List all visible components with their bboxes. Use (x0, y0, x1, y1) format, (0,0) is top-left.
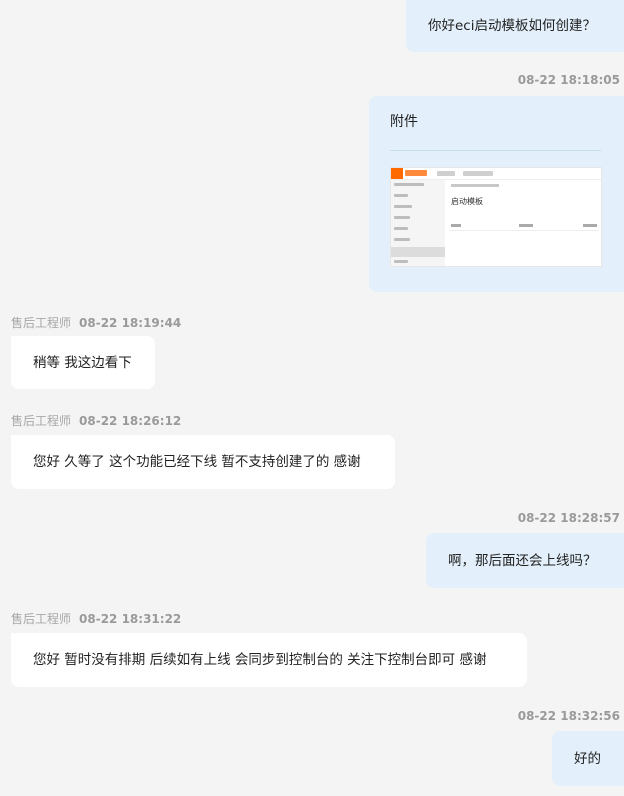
message-timestamp: 08-22 18:28:57 (517, 511, 620, 525)
message-timestamp: 08-22 18:18:05 (517, 73, 620, 87)
thumbnail-sidebar-item (394, 194, 408, 197)
thumbnail-tab (463, 171, 493, 176)
message-meta: 售后工程师 08-22 18:31:22 (11, 610, 181, 627)
thumbnail-sidebar-item (394, 216, 410, 219)
message-meta: 售后工程师 08-22 18:19:44 (11, 314, 181, 331)
sender-name: 售后工程师 (11, 316, 72, 330)
thumbnail-sidebar-item (394, 260, 408, 263)
message-text: 您好 久等了 这个功能已经下线 暂不支持创建了的 感谢 (33, 454, 361, 470)
agent-message-bubble: 您好 久等了 这个功能已经下线 暂不支持创建了的 感谢 (11, 435, 395, 489)
message-text: 稍等 我这边看下 (33, 354, 132, 371)
attachment-thumbnail-image[interactable]: 启动模板 (390, 167, 602, 267)
message-timestamp: 08-22 18:19:44 (79, 316, 182, 330)
thumbnail-column-header (451, 224, 461, 227)
message-timestamp: 08-22 18:32:56 (517, 709, 620, 723)
thumbnail-sidebar-active-item (391, 247, 445, 257)
divider (390, 150, 601, 151)
attachment-label: 附件 (390, 114, 418, 130)
message-text: 啊，那后面还会上线吗？ (448, 552, 597, 569)
message-text: 好的 (574, 750, 601, 767)
agent-message-bubble: 您好 暂时没有排期 后续如有上线 会同步到控制台的 关注下控制台即可 感谢 (11, 633, 527, 687)
message-timestamp: 08-22 18:26:12 (79, 414, 182, 428)
thumbnail-breadcrumb (451, 184, 499, 187)
thumbnail-sidebar-item (394, 183, 424, 186)
logo (405, 170, 427, 176)
thumbnail-sidebar-item (394, 227, 408, 230)
menu-icon (391, 168, 403, 179)
message-text: 您好 暂时没有排期 后续如有上线 会同步到控制台的 关注下控制台即可 感谢 (33, 652, 487, 668)
thumbnail-sidebar (391, 180, 445, 266)
message-text: 你好eci启动模板如何创建？ (428, 18, 596, 34)
user-message-bubble: 你好eci启动模板如何创建？ (406, 0, 624, 52)
user-message-bubble: 好的 (552, 731, 624, 786)
thumbnail-column-header (519, 224, 533, 227)
thumbnail-tab (437, 171, 455, 176)
thumbnail-column-header (583, 224, 597, 227)
thumbnail-sidebar-item (394, 205, 412, 208)
user-message-bubble: 啊，那后面还会上线吗？ (426, 533, 624, 588)
message-meta: 售后工程师 08-22 18:26:12 (11, 412, 181, 429)
agent-message-bubble: 稍等 我这边看下 (11, 336, 155, 389)
thumbnail-table-row (449, 230, 599, 231)
message-timestamp: 08-22 18:31:22 (79, 612, 182, 626)
thumbnail-sidebar-item (394, 238, 410, 241)
sender-name: 售后工程师 (11, 612, 72, 626)
thumbnail-title: 启动模板 (451, 197, 483, 206)
attachment-bubble[interactable]: 附件 启动模板 (369, 96, 624, 292)
sender-name: 售后工程师 (11, 414, 72, 428)
